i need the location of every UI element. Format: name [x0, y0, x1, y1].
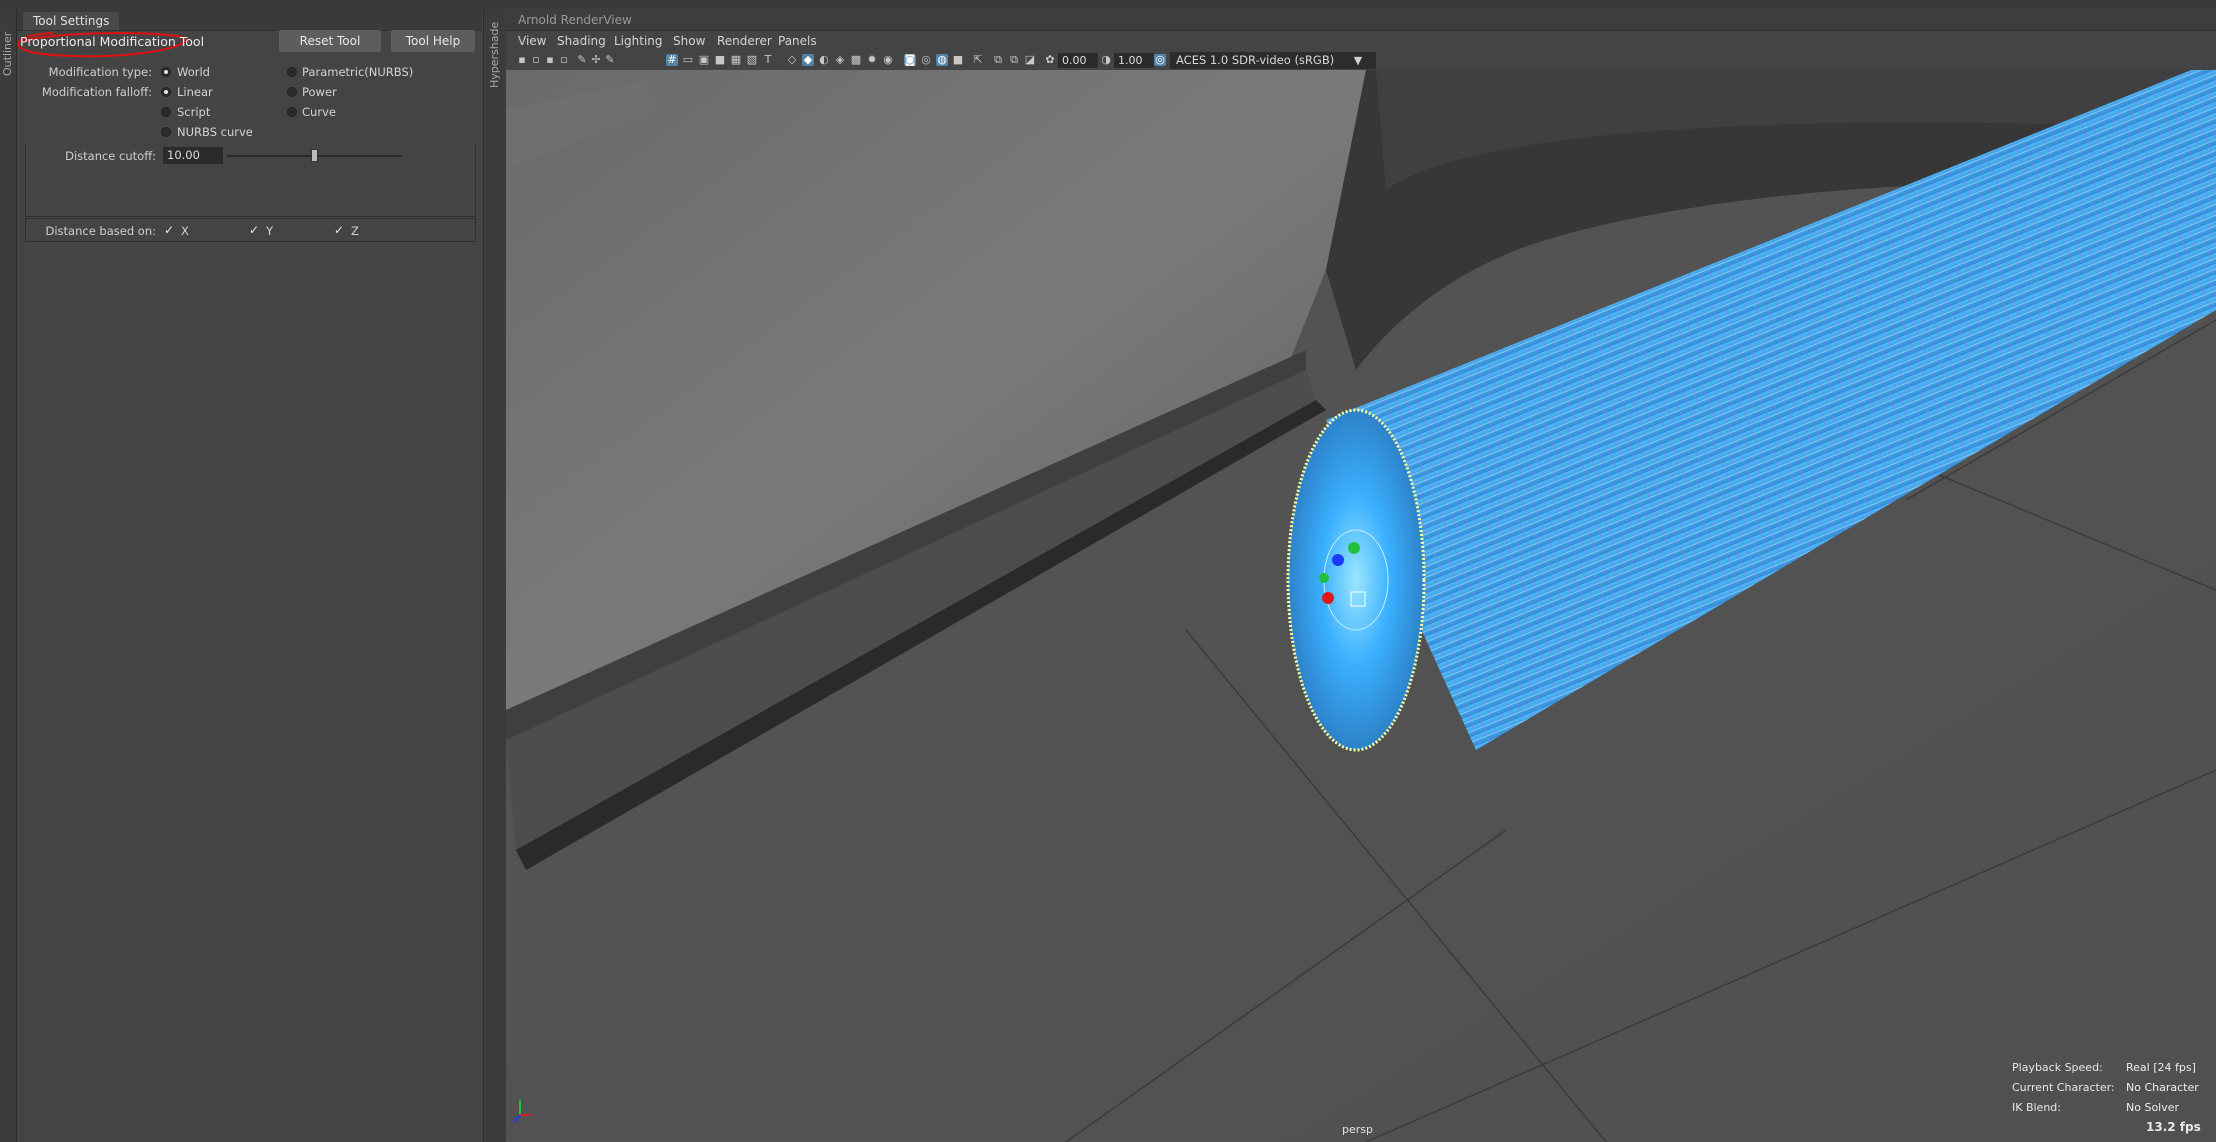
hud-character-key: Current Character:	[2012, 1081, 2115, 1094]
grid-icon[interactable]: #	[666, 54, 678, 66]
smooth-shade-icon[interactable]: ◆	[802, 54, 814, 66]
reset-tool-button[interactable]: Reset Tool	[279, 30, 381, 52]
distance-cutoff-label: Distance cutoff:	[65, 149, 156, 163]
tool-help-button[interactable]: Tool Help	[391, 30, 475, 52]
tool-settings-panel: Tool Settings Proportional Modification …	[17, 8, 482, 1142]
viewport-panel-title[interactable]: Arnold RenderView	[506, 8, 2216, 31]
isolate-icon[interactable]: ◙	[904, 54, 916, 66]
left-rail: Outliner	[0, 8, 17, 1142]
checkbox-z[interactable]: ✓	[334, 224, 346, 236]
2d-pan-icon[interactable]: ✎	[576, 54, 588, 66]
viewport-panel: Arnold RenderView View Shading Lighting …	[506, 8, 2216, 1142]
radio-linear[interactable]	[161, 87, 171, 97]
hud-ik-value: No Solver	[2126, 1101, 2180, 1114]
xray-icon[interactable]: ◎	[920, 54, 932, 66]
radio-power[interactable]	[287, 87, 297, 97]
menu-show[interactable]: Show	[673, 34, 705, 48]
chevron-down-icon[interactable]: ▼	[1352, 55, 1364, 67]
default-material-icon[interactable]: ◐	[818, 54, 830, 66]
tool-name: Proportional Modification Tool	[20, 34, 205, 49]
checkbox-y[interactable]: ✓	[249, 224, 261, 236]
hud-character-value: No Character	[2126, 1081, 2199, 1094]
lights-icon[interactable]: ▩	[850, 54, 862, 66]
wireframe-icon[interactable]: ◇	[786, 54, 798, 66]
camera-icon[interactable]: ▪	[516, 54, 528, 66]
color-management-icon[interactable]: ◎	[1154, 54, 1166, 66]
axis-y-label: Y	[266, 224, 274, 238]
option-script: Script	[177, 105, 211, 119]
safe-title-icon[interactable]: T	[762, 54, 774, 66]
axis-z-label: Z	[351, 224, 359, 238]
textured-icon[interactable]: ◈	[834, 54, 846, 66]
bookmark-icon[interactable]: ▪	[544, 54, 556, 66]
radio-curve[interactable]	[287, 107, 297, 117]
menu-panels[interactable]: Panels	[778, 34, 817, 48]
multisample-icon[interactable]: ⧉	[992, 54, 1004, 66]
menu-lighting[interactable]: Lighting	[614, 34, 663, 48]
camera-label: persp	[1342, 1123, 1373, 1136]
modification-type-label: Modification type:	[48, 65, 152, 79]
option-power: Power	[302, 85, 337, 99]
exposure-field[interactable]: 0.00	[1058, 53, 1098, 68]
field-chart-icon[interactable]: ▦	[730, 54, 742, 66]
xray-active-icon[interactable]: ■	[952, 54, 964, 66]
radio-world[interactable]	[161, 67, 171, 77]
distance-cutoff-slider-handle[interactable]	[311, 149, 318, 162]
camera-attributes-icon[interactable]: ▫	[530, 54, 542, 66]
axis-x-label: X	[181, 224, 189, 238]
radio-script[interactable]	[161, 107, 171, 117]
checkbox-x[interactable]: ✓	[164, 224, 176, 236]
gate-mask-icon[interactable]: ■	[714, 54, 726, 66]
exposure-icon[interactable]: ✿	[1044, 54, 1056, 66]
select-camera-icon[interactable]: ⇱	[972, 54, 984, 66]
radio-parametric-nurbs[interactable]	[287, 67, 297, 77]
menu-shading[interactable]: Shading	[557, 34, 606, 48]
panel-splitter[interactable]: Hypershade	[483, 8, 507, 1142]
menu-renderer[interactable]: Renderer	[717, 34, 772, 48]
hud-ik-key: IK Blend:	[2012, 1101, 2061, 1114]
shadows-icon[interactable]: ✹	[866, 54, 878, 66]
film-gate-icon[interactable]: ▭	[682, 54, 694, 66]
hud-playback-key: Playback Speed:	[2012, 1061, 2103, 1074]
distance-based-on-label: Distance based on:	[45, 224, 156, 238]
snap-icon[interactable]: ✎	[604, 54, 616, 66]
radio-nurbs-curve[interactable]	[161, 127, 171, 137]
modification-falloff-label: Modification falloff:	[41, 85, 152, 99]
option-parametric-nurbs: Parametric(NURBS)	[302, 65, 414, 79]
fps-counter: 13.2 fps	[2146, 1120, 2201, 1134]
menu-view[interactable]: View	[518, 34, 546, 48]
motion-blur-icon[interactable]: ◪	[1024, 54, 1036, 66]
color-space-value: ACES 1.0 SDR-video (sRGB)	[1176, 53, 1335, 67]
image-plane-icon[interactable]: ▫	[558, 54, 570, 66]
hypershade-tab[interactable]: Hypershade	[488, 18, 501, 88]
option-nurbs-curve: NURBS curve	[177, 125, 253, 139]
gamma-field[interactable]: 1.00	[1114, 53, 1154, 68]
gamma-icon[interactable]: ◑	[1100, 54, 1112, 66]
xray-joints-icon[interactable]: ◍	[936, 54, 948, 66]
screen-space-icon[interactable]: ⧉	[1008, 54, 1020, 66]
option-world: World	[177, 65, 210, 79]
hud-playback-value: Real [24 fps]	[2126, 1061, 2196, 1074]
option-linear: Linear	[177, 85, 213, 99]
grease-pencil-icon[interactable]: ✢	[590, 54, 602, 66]
viewport-canvas[interactable]	[506, 70, 2216, 1142]
color-space-select[interactable]: ACES 1.0 SDR-video (sRGB)	[1170, 52, 1376, 69]
option-curve: Curve	[302, 105, 336, 119]
viewport-menubar: View Shading Lighting Show Renderer Pane…	[506, 31, 2216, 51]
resolution-gate-icon[interactable]: ▣	[698, 54, 710, 66]
viewport-toolbar: ▪ ▫ ▪ ▫ ✎ ✢ ✎ # ▭ ▣ ■ ▦ ▧ T ◇ ◆ ◐ ◈ ▩ ✹ …	[506, 51, 2216, 69]
safe-action-icon[interactable]: ▧	[746, 54, 758, 66]
distance-cutoff-field[interactable]: 10.00	[163, 147, 223, 164]
ambient-occlusion-icon[interactable]: ◉	[882, 54, 894, 66]
